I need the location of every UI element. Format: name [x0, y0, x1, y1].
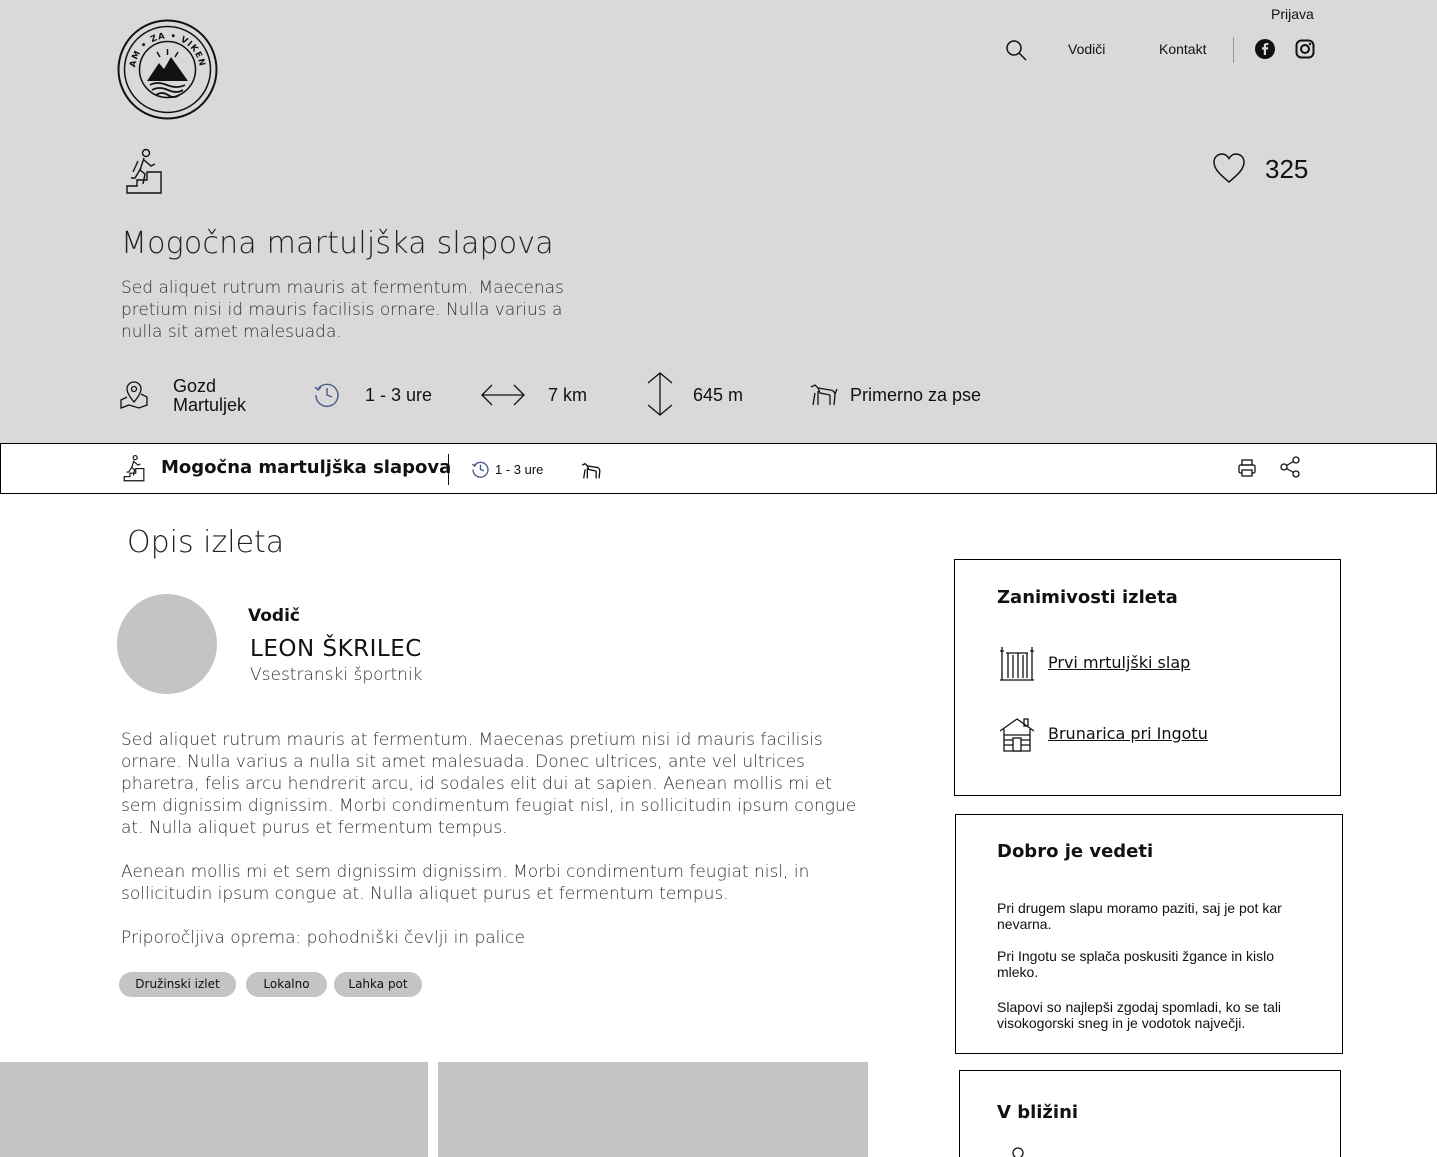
equipment-note: Priporočljiva oprema: pohodniški čevlji … — [121, 928, 525, 948]
vertical-arrows-icon — [645, 371, 675, 417]
highlights-title: Zanimivosti izleta — [997, 587, 1178, 608]
stat-elevation: 645 m — [693, 385, 744, 405]
search-icon[interactable] — [1004, 38, 1028, 62]
highlight-link-cabin[interactable]: Brunarica pri Ingotu — [1048, 724, 1208, 743]
tag-local[interactable]: Lokalno — [246, 972, 327, 997]
location-pin-icon — [120, 380, 148, 410]
sticky-duration: 1 - 3 ure — [495, 462, 544, 477]
stat-duration: 1 - 3 ure — [365, 385, 433, 405]
description-paragraph-2: Aenean mollis mi et sem dignissim dignis… — [121, 862, 810, 904]
likes-count: 325 — [1265, 154, 1309, 184]
print-icon[interactable] — [1237, 458, 1257, 478]
stat-location: Gozd Martuljek — [173, 377, 246, 415]
hero-description: Sed aliquet rutrum mauris at fermentum. … — [121, 278, 564, 342]
clock-icon — [313, 381, 341, 409]
instagram-icon[interactable] — [1295, 39, 1315, 59]
good-to-know-title: Dobro je vedeti — [997, 841, 1154, 862]
login-link[interactable]: Prijava — [1271, 6, 1314, 22]
hiking-icon-small — [123, 454, 145, 482]
page-title: Mogočna martuljška slapova — [121, 226, 554, 261]
good-to-know-item-1: Pri drugem slapu moramo paziti, saj je p… — [997, 900, 1282, 932]
gallery-image-1[interactable] — [0, 1062, 428, 1157]
sticky-title: Mogočna martuljška slapova — [161, 457, 452, 478]
dog-icon — [808, 383, 838, 407]
share-icon[interactable] — [1279, 456, 1301, 478]
stat-distance: 7 km — [548, 385, 588, 405]
guide-name[interactable]: LEON ŠKRILEC — [250, 636, 422, 662]
highlight-link-first-waterfall[interactable]: Prvi mrtuljški slap — [1048, 653, 1190, 672]
location-pin-icon-nearby — [1010, 1146, 1026, 1157]
hiking-icon — [125, 148, 163, 194]
section-title: Opis izleta — [127, 525, 285, 560]
nearby-title: V bližini — [997, 1102, 1079, 1123]
site-logo[interactable]: KAM • ZA • VIKEND — [117, 19, 218, 120]
nav-guides-link[interactable]: Vodiči — [1068, 41, 1105, 57]
sticky-divider — [448, 454, 449, 485]
heart-icon[interactable] — [1212, 152, 1246, 184]
facebook-icon[interactable] — [1255, 39, 1275, 59]
good-to-know-item-2: Pri Ingotu se splača poskusiti žgance in… — [997, 948, 1275, 980]
horizontal-arrows-icon — [480, 382, 526, 408]
clock-icon-small — [471, 460, 490, 479]
guide-avatar[interactable] — [117, 594, 217, 694]
dog-icon-small — [580, 462, 602, 480]
waterfall-icon — [998, 645, 1036, 681]
nav-divider — [1233, 37, 1234, 63]
gallery-image-2[interactable] — [438, 1062, 868, 1157]
tag-family-trip[interactable]: Družinski izlet — [119, 972, 236, 997]
tag-easy-path[interactable]: Lahka pot — [334, 972, 422, 997]
guide-role: Vsestranski športnik — [250, 665, 423, 685]
stat-dogs: Primerno za pse — [850, 385, 982, 405]
cabin-icon — [998, 716, 1036, 752]
nav-contact-link[interactable]: Kontakt — [1159, 41, 1206, 57]
description-paragraph-1: Sed aliquet rutrum mauris at fermentum. … — [121, 730, 857, 838]
stat-location-line1: Gozd — [173, 376, 217, 396]
stat-location-line2: Martuljek — [173, 395, 247, 415]
guide-label: Vodič — [248, 606, 300, 626]
good-to-know-item-3: Slapovi so najlepši zgodaj spomladi, ko … — [997, 999, 1282, 1031]
